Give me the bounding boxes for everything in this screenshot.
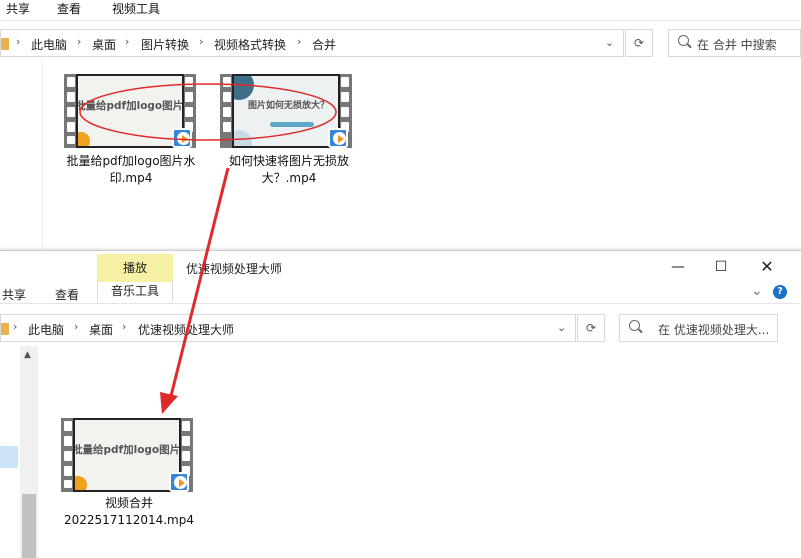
annotation-arrow-line (168, 167, 230, 401)
annotation-overlay (79, 83, 337, 414)
annotation-arrow-head (160, 392, 178, 414)
annotation-ellipse (79, 83, 337, 141)
